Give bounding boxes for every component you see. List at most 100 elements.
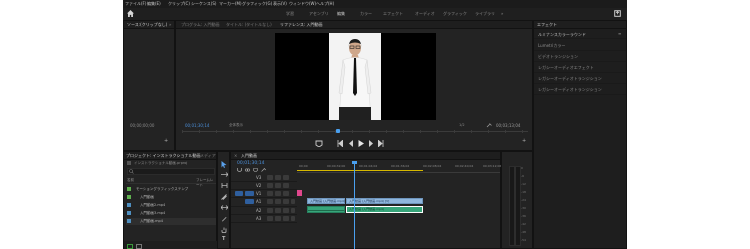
snap-icon[interactable] [237, 168, 242, 172]
timeline-ruler[interactable]: 00;00 00;00;32;00 00;01;04;02 00;01;36;0… [297, 161, 501, 173]
track-lock-icon[interactable] [267, 183, 273, 188]
menu-clip[interactable]: クリップ(C) [168, 1, 190, 7]
pen-tool-icon[interactable] [221, 216, 227, 222]
video-clip[interactable]: 入門動画 (入門動画.mp4) [V] [307, 198, 350, 204]
track-eye-icon[interactable] [283, 191, 289, 196]
marker-icon[interactable] [315, 140, 323, 147]
frame-back-icon[interactable] [348, 140, 354, 147]
program-playhead-marker[interactable] [336, 129, 340, 133]
type-tool-icon[interactable]: T [222, 236, 225, 242]
track-eye-icon[interactable] [283, 183, 289, 188]
effects-item[interactable]: レガシーオーディオエフェクト [538, 65, 594, 71]
mic-icon[interactable] [291, 199, 295, 204]
list-item[interactable]: モーショングラフィックステンプ [126, 186, 216, 193]
step-back-icon[interactable] [337, 140, 343, 147]
workspace-graphics[interactable]: グラフィック [443, 11, 467, 17]
track-lock-icon[interactable] [267, 216, 273, 221]
tab-sequence[interactable]: 入門動画 [241, 153, 257, 159]
workspace-editing[interactable]: 編集 [337, 11, 345, 17]
solo-icon[interactable] [283, 199, 289, 204]
effects-item[interactable]: レガシーオーディオトランジション [538, 87, 602, 93]
workspace-more-chevron-icon[interactable]: » [501, 11, 503, 16]
solo-icon[interactable] [283, 216, 289, 221]
list-item[interactable]: 入門動画.mp4 [126, 218, 216, 225]
workspace-learn[interactable]: 学習 [286, 11, 294, 17]
audio-clip-selected[interactable]: 入門動画 (入門動画.mp4) [346, 206, 423, 213]
program-timecode[interactable]: 00;01;30;14 [185, 123, 209, 128]
tab-project[interactable]: プロジェクト: インストラクショナル動画 [126, 153, 201, 159]
icon-view-icon[interactable] [136, 244, 142, 249]
track-lock-icon[interactable] [267, 208, 273, 213]
list-item[interactable]: 入門動画3.mp4 [126, 210, 216, 217]
track-sync-icon[interactable] [275, 183, 281, 188]
selection-tool-icon[interactable] [221, 161, 227, 168]
add-marker-icon[interactable] [253, 168, 258, 172]
effects-item[interactable]: ビデオトランジション [538, 54, 578, 60]
timeline-settings-icon[interactable] [261, 168, 266, 172]
menu-file[interactable]: ファイル(F) [125, 1, 146, 7]
playhead-handle[interactable] [352, 161, 357, 164]
tab-effects[interactable]: エフェクト [537, 22, 557, 28]
list-item[interactable]: 入門動画2.mp4 [126, 202, 216, 209]
ripple-edit-tool-icon[interactable] [221, 183, 228, 188]
hand-tool-icon[interactable] [221, 227, 227, 233]
menu-sequence[interactable]: シーケンス(S) [191, 1, 216, 7]
slip-tool-icon[interactable] [221, 205, 228, 210]
frame-forward-icon[interactable] [368, 140, 374, 147]
mic-icon[interactable] [291, 208, 295, 213]
play-icon[interactable] [358, 140, 364, 147]
source-add-button[interactable]: + [164, 139, 168, 144]
timeline-timecode[interactable]: 00;01;30;14 [237, 161, 264, 166]
solo-icon[interactable] [283, 208, 289, 213]
workspace-assembly[interactable]: アセンブリ [309, 11, 329, 17]
linked-selection-icon[interactable] [245, 168, 250, 172]
settings-wrench-icon[interactable] [486, 123, 492, 128]
graphic-clip-marker[interactable] [297, 190, 302, 196]
timeline-close-icon[interactable]: × [234, 153, 237, 158]
track-select-tool-icon[interactable] [221, 172, 228, 177]
menu-help[interactable]: ヘルプ(H) [316, 1, 334, 7]
video-clip[interactable]: 入門動画 (入門動画.mp4) [V] [346, 198, 423, 204]
effects-item[interactable]: レガシーオーディオトランジション [538, 76, 602, 82]
timeline-tracks-area[interactable]: 入門動画 (入門動画.mp4) [V] 入門動画 (入門動画.mp4) [V] … [297, 161, 500, 249]
list-view-icon[interactable] [127, 244, 133, 249]
mute-icon[interactable] [275, 208, 281, 213]
track-target-v1[interactable] [245, 191, 254, 196]
track-lock-icon[interactable] [267, 199, 273, 204]
mic-icon[interactable] [291, 216, 295, 221]
workspace-effects[interactable]: エフェクト [383, 11, 403, 17]
track-sync-icon[interactable] [275, 191, 281, 196]
tab-reference[interactable]: リファレンス: 入門動画 [280, 22, 323, 28]
tab-source[interactable]: ソース:(クリップなし) [127, 22, 167, 28]
home-icon[interactable] [127, 10, 134, 17]
menu-view[interactable]: 表示(V) [273, 1, 287, 7]
tab-title[interactable]: タイトル: (タイトルなし) [226, 22, 272, 28]
list-item[interactable]: 入門動画 [126, 194, 216, 201]
mute-icon[interactable] [275, 199, 281, 204]
menu-marker[interactable]: マーカー(M) [219, 1, 242, 7]
menu-graphic[interactable]: グラフィック(G) [242, 1, 272, 7]
workspace-audio[interactable]: オーディオ [415, 11, 435, 17]
source-tabs-overflow-icon[interactable]: » [169, 22, 171, 27]
workspace-color[interactable]: カラー [360, 11, 372, 17]
program-add-button[interactable]: + [522, 139, 526, 144]
fit-dropdown[interactable]: 全体表示 [229, 123, 243, 128]
tab-program[interactable]: プログラム: 入門動画 [181, 22, 220, 28]
track-target-a1[interactable] [245, 199, 254, 204]
tab-media[interactable]: メディア [200, 153, 216, 159]
razor-tool-icon[interactable] [221, 194, 227, 200]
track-lock-icon[interactable] [267, 175, 273, 180]
step-forward-icon[interactable] [378, 140, 384, 147]
timeline-playhead[interactable] [354, 161, 355, 249]
playback-resolution-dropdown[interactable]: 1/2 [459, 123, 465, 127]
audio-clip[interactable] [307, 206, 345, 213]
project-search-input[interactable] [127, 168, 215, 175]
track-eye-icon[interactable] [283, 175, 289, 180]
menu-edit[interactable]: 編集(E) [147, 1, 161, 7]
track-sync-icon[interactable] [275, 175, 281, 180]
menu-window[interactable]: ウィンドウ(W) [289, 1, 316, 7]
mute-icon[interactable] [275, 216, 281, 221]
source-patch-v1[interactable] [235, 191, 243, 196]
effects-item[interactable]: Lumetriカラー [538, 43, 565, 49]
workspace-libraries[interactable]: ライブラリ [475, 11, 495, 17]
